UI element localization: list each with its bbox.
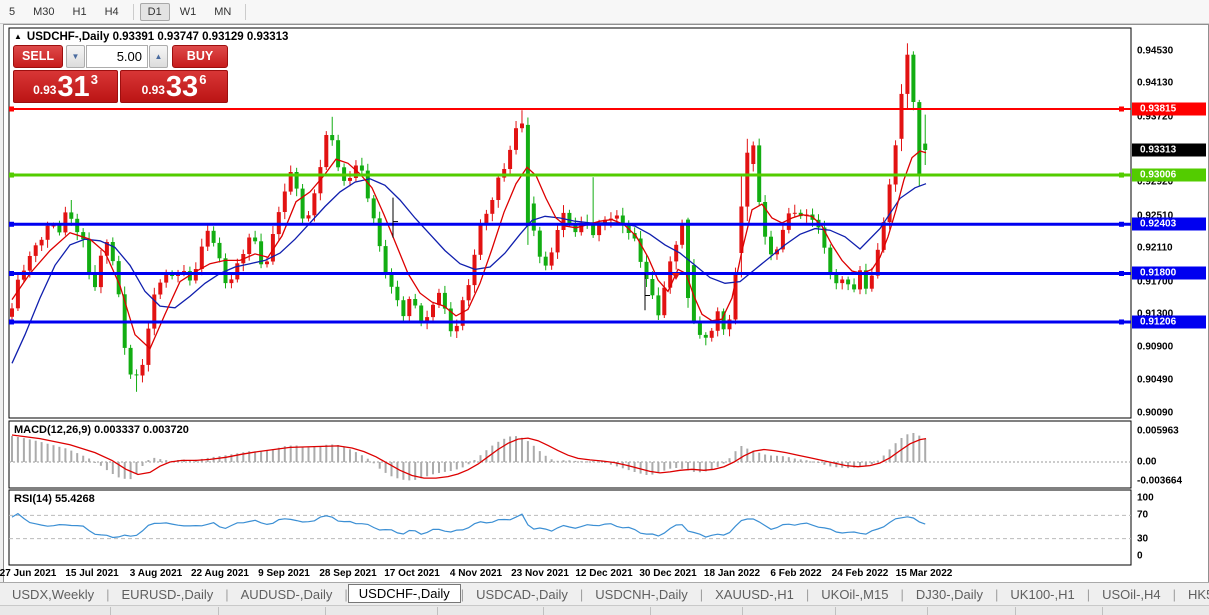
statusbar-divider: [1102, 607, 1103, 615]
macd-tick-0.00: 0.00: [1137, 456, 1157, 468]
buy-price-sup: 6: [199, 72, 207, 87]
hline-handle[interactable]: [1119, 270, 1124, 276]
price-tick-0.90900: 0.90900: [1137, 341, 1174, 353]
statusbar-divider: [835, 607, 836, 615]
hline-handle[interactable]: [9, 270, 14, 276]
hline-handle[interactable]: [1119, 106, 1124, 112]
price-badge-0.93006: 0.93006: [1132, 168, 1206, 182]
rsi-label: RSI(14) 55.4268: [14, 493, 95, 505]
chart-tab-hk50-daily[interactable]: HK50-,Daily: [1176, 586, 1209, 603]
status-bar: [0, 605, 1209, 615]
price-badge-0.92403: 0.92403: [1132, 217, 1206, 231]
date-label: 28 Sep 2021: [319, 568, 377, 579]
chart-tab-usdcad-daily[interactable]: USDCAD-,Daily: [464, 586, 580, 603]
date-label: 22 Aug 2021: [191, 568, 249, 579]
date-label: 3 Aug 2021: [129, 568, 183, 579]
chart-tab-audusd-daily[interactable]: AUDUSD-,Daily: [229, 586, 345, 603]
spin-down-icon: ▼: [71, 52, 80, 61]
statusbar-divider: [650, 607, 651, 615]
rsi-tick-70: 70: [1137, 509, 1149, 521]
volume-decrease-button[interactable]: ▼: [66, 45, 85, 68]
chart-tab-usoil-h4[interactable]: USOil-,H4: [1090, 586, 1173, 603]
date-label: 23 Nov 2021: [511, 568, 569, 579]
hline-handle[interactable]: [9, 221, 14, 227]
buy-price-big: 33: [165, 71, 199, 103]
chart-tab-uk100-h1[interactable]: UK100-,H1: [998, 586, 1086, 603]
chart-tab-usdcnh-daily[interactable]: USDCNH-,Daily: [583, 586, 699, 603]
price-tick-0.92110: 0.92110: [1137, 242, 1173, 254]
statusbar-divider: [110, 607, 111, 615]
chart-tab-ukoil-m15[interactable]: UKOil-,M15: [809, 586, 900, 603]
hline-handle[interactable]: [1119, 172, 1124, 178]
date-label: 17 Oct 2021: [384, 568, 440, 579]
chart-tab-bar: USDX,Weekly | EURUSD-,Daily | AUDUSD-,Daily |…: [0, 582, 1209, 605]
rsi-tick-30: 30: [1137, 533, 1149, 545]
macd-tick--0.003664: -0.003664: [1137, 475, 1183, 487]
date-label: 18 Jan 2022: [703, 568, 761, 579]
price-badge-0.91800: 0.91800: [1132, 266, 1206, 280]
date-label: 4 Nov 2021: [449, 568, 503, 579]
buy-button[interactable]: BUY: [172, 45, 228, 68]
macd-label: MACD(12,26,9) 0.003337 0.003720: [14, 424, 189, 436]
symbol-period-label: USDCHF-,Daily: [26, 31, 110, 43]
date-label: 6 Feb 2022: [770, 568, 822, 579]
price-badge-0.91206: 0.91206: [1132, 315, 1206, 329]
hline-handle[interactable]: [1119, 319, 1124, 325]
chart-tab-eurusd-daily[interactable]: EURUSD-,Daily: [110, 586, 226, 603]
date-label: 27 Jun 2021: [0, 568, 57, 579]
date-label: 30 Dec 2021: [639, 568, 697, 579]
rsi-tick-0: 0: [1137, 550, 1143, 562]
sell-price-sup: 3: [90, 72, 98, 87]
mt4-window: 5 M30 H1 H4 D1 W1 MN ▲ USDCHF-,Daily 0.93391 0.…: [0, 0, 1209, 615]
buy-price-prefix: 0.93: [141, 83, 165, 97]
statusbar-divider: [437, 607, 438, 615]
sell-button[interactable]: SELL: [13, 45, 63, 68]
hline-handle[interactable]: [9, 172, 14, 178]
one-click-trade-panel: SELL ▼ 5.00 ▲ BUY 0.93 31 3 0.93 33 6: [13, 45, 228, 103]
macd-tick-0.005963: 0.005963: [1137, 425, 1179, 437]
chart-tab-usdchf-daily[interactable]: USDCHF-,Daily: [347, 584, 461, 603]
statusbar-divider: [218, 607, 219, 615]
spin-up-icon: ▲: [154, 52, 163, 61]
chart-title: ▲ USDCHF-,Daily 0.93391 0.93747 0.93129 0…: [14, 31, 288, 43]
price-badge-0.93815: 0.93815: [1132, 102, 1206, 116]
chart-tab-xauusd-h1[interactable]: XAUUSD-,H1: [703, 586, 806, 603]
statusbar-divider: [927, 607, 928, 615]
price-tick-0.94130: 0.94130: [1137, 77, 1174, 89]
chart-tab-usdx-weekly[interactable]: USDX,Weekly: [0, 586, 106, 603]
price-tick-0.94530: 0.94530: [1137, 45, 1174, 57]
volume-input[interactable]: 5.00: [86, 45, 148, 68]
statusbar-divider: [325, 607, 326, 615]
statusbar-divider: [1015, 607, 1016, 615]
statusbar-divider: [742, 607, 743, 615]
statusbar-divider: [543, 607, 544, 615]
sell-price-big: 31: [57, 71, 90, 103]
date-label: 24 Feb 2022: [831, 568, 889, 579]
volume-increase-button[interactable]: ▲: [149, 45, 168, 68]
date-label: 15 Jul 2021: [65, 568, 119, 579]
ohlc-values: 0.93391 0.93747 0.93129 0.93313: [112, 31, 289, 43]
hline-handle[interactable]: [9, 319, 14, 325]
date-label: 15 Mar 2022: [895, 568, 953, 579]
hline-handle[interactable]: [9, 106, 14, 112]
date-label: 12 Dec 2021: [575, 568, 633, 579]
sell-price-prefix: 0.93: [33, 83, 57, 97]
price-tick-0.90490: 0.90490: [1137, 374, 1174, 386]
chart-tab-dj30-daily[interactable]: DJ30-,Daily: [904, 586, 995, 603]
price-tick-0.90090: 0.90090: [1137, 407, 1174, 419]
collapse-triangle-icon[interactable]: ▲: [14, 32, 22, 41]
rsi-tick-100: 100: [1137, 492, 1154, 504]
date-label: 9 Sep 2021: [258, 568, 310, 579]
price-badge-0.93313: 0.93313: [1132, 143, 1206, 157]
buy-price-box[interactable]: 0.93 33 6: [120, 70, 228, 103]
hline-handle[interactable]: [1119, 221, 1124, 227]
sell-price-box[interactable]: 0.93 31 3: [13, 70, 118, 103]
